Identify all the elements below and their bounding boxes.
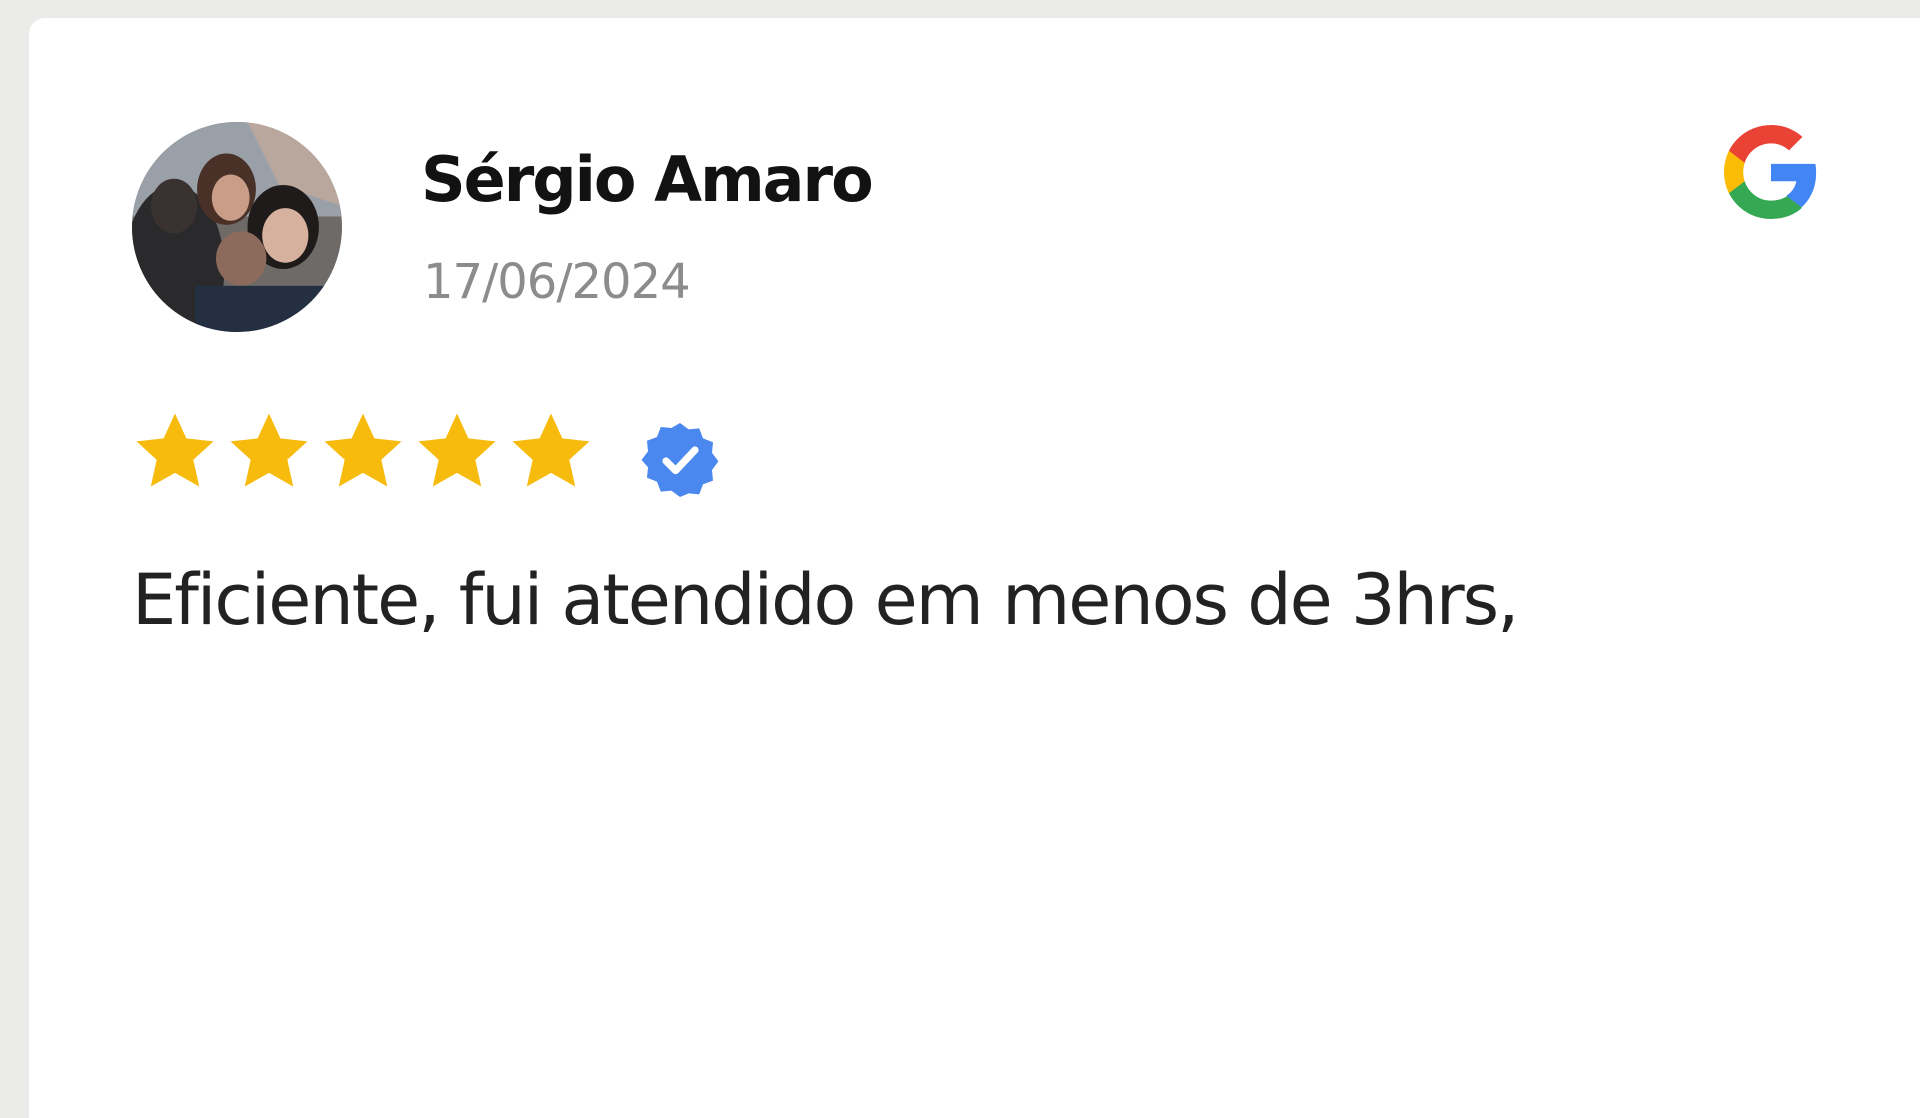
star-icon (128, 408, 222, 496)
reviewer-name: Sérgio Amaro (421, 143, 874, 216)
star-icon (222, 408, 316, 496)
star-icon (316, 408, 410, 496)
star-icon (410, 408, 504, 496)
star-icon (504, 408, 598, 496)
avatar (132, 122, 342, 332)
review-text: Eficiente, fui atendido em menos de 3hrs… (132, 559, 1519, 641)
star-rating (128, 408, 598, 496)
google-logo-icon[interactable] (1722, 122, 1820, 222)
review-date: 17/06/2024 (423, 254, 691, 310)
verified-badge-icon (640, 420, 720, 500)
